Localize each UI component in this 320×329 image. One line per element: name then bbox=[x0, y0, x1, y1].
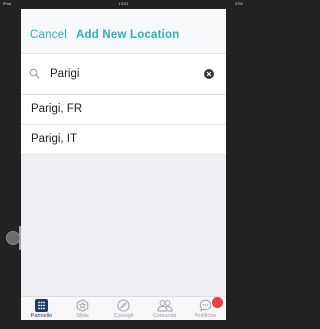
tab-sfide[interactable]: Sfide bbox=[62, 299, 103, 320]
location-result-label: Parigi, FR bbox=[31, 103, 83, 115]
search-icon bbox=[29, 68, 40, 79]
location-result-label: Parigi, IT bbox=[31, 133, 78, 145]
location-result-item[interactable]: Parigi, FR bbox=[21, 95, 226, 125]
tab-label: Comunità bbox=[152, 313, 177, 319]
tab-notifiche[interactable]: Notifiche bbox=[185, 297, 226, 320]
search-input[interactable] bbox=[50, 66, 190, 82]
location-result-item[interactable]: Parigi, IT bbox=[21, 125, 226, 155]
dashboard-grid-icon bbox=[35, 299, 48, 312]
tab-label: Notifiche bbox=[194, 313, 217, 319]
page-title: Add New Location bbox=[76, 29, 180, 41]
tab-pannello[interactable]: Pannello bbox=[21, 299, 62, 320]
navigation-bar: Cancel Add New Location bbox=[21, 9, 226, 54]
people-icon bbox=[157, 300, 172, 312]
search-bar bbox=[21, 54, 226, 95]
assistive-touch-button[interactable] bbox=[6, 231, 20, 245]
star-badge-icon bbox=[76, 299, 89, 312]
status-bar: iPad 13:01 23% bbox=[0, 0, 247, 8]
compass-icon bbox=[117, 299, 130, 312]
cancel-button[interactable]: Cancel bbox=[30, 29, 67, 41]
clock: 13:01 bbox=[118, 1, 129, 6]
tab-label: Consigli bbox=[113, 313, 134, 319]
battery-level: 23% bbox=[234, 1, 243, 6]
empty-results-area bbox=[21, 155, 226, 296]
tab-bar: Pannello Sfide Consigli Comunità Notific… bbox=[21, 296, 226, 320]
app-screen: Cancel Add New Location Parigi, FR Parig… bbox=[21, 9, 226, 320]
tab-label: Sfide bbox=[76, 313, 89, 319]
tab-label: Pannello bbox=[30, 313, 53, 319]
notification-badge bbox=[212, 297, 223, 308]
chat-bubble-icon bbox=[199, 299, 212, 312]
tab-comunita[interactable]: Comunità bbox=[144, 299, 185, 320]
clear-search-icon[interactable] bbox=[204, 69, 214, 79]
tab-consigli[interactable]: Consigli bbox=[103, 299, 144, 320]
